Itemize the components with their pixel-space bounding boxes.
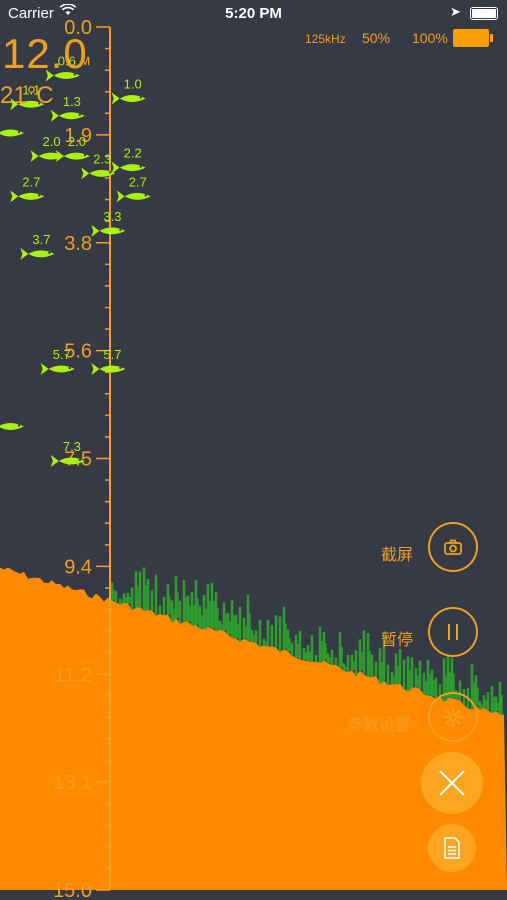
document-icon — [444, 837, 460, 859]
fish-depth-label: 1.3 — [63, 94, 81, 109]
fish-depth-label: 1.0 — [124, 77, 142, 92]
pause-icon — [448, 624, 458, 640]
screenshot-label: 截屏 — [381, 547, 414, 564]
fish-depth-label: 2.3 — [93, 151, 111, 166]
fish-marker — [0, 422, 24, 430]
phone-battery-icon — [470, 7, 498, 20]
depth-tick-label: 15.0 — [53, 880, 92, 900]
clock: 5:20 PM — [225, 5, 282, 22]
fish-marker — [0, 129, 24, 137]
fish-depth-label: 2.0 — [68, 134, 86, 149]
fish-depth-label: 5.7 — [103, 347, 121, 362]
status-bar: Carrier 5:20 PM ➤ — [0, 0, 507, 28]
fish-depth-label: 5.7 — [53, 347, 71, 362]
fish-depth-label: 7.3 — [63, 439, 81, 454]
fish-layer: 0.61.01.11.32.0 2.02.22.32.7 2.73.33.75.7 5… — [0, 54, 151, 467]
fish-marker: 2.7 — [116, 174, 151, 203]
depth-tick-label: 13.1 — [53, 772, 92, 794]
device-battery-label: 100% — [412, 30, 448, 46]
depth-readout: 12.0 — [2, 30, 88, 77]
screenshot-button[interactable] — [428, 522, 478, 572]
depth-tick-label: 3.8 — [64, 233, 92, 255]
fish-marker: 5.7 — [40, 347, 75, 375]
fish-marker: 1.0 — [111, 77, 146, 105]
fish-depth-label: 2.0 — [43, 134, 61, 149]
settings-button[interactable] — [428, 692, 478, 742]
sensitivity-label: 50% — [362, 30, 391, 46]
device-battery-icon — [453, 29, 493, 47]
temperature-readout: 21°C — [0, 82, 54, 109]
fish-marker: 7.3 — [50, 439, 85, 467]
camera-icon — [444, 539, 462, 555]
gear-icon — [442, 706, 464, 728]
fish-marker: 1.3 — [50, 94, 85, 122]
fish-depth-label: 2.7 — [129, 174, 147, 189]
depth-unit: м — [80, 52, 91, 69]
close-icon — [439, 770, 465, 796]
fish-marker: 2.7 — [10, 174, 45, 203]
log-button[interactable] — [428, 824, 476, 872]
frequency-label: 125kHz — [305, 32, 346, 46]
location-arrow-icon: ➤ — [450, 4, 461, 19]
fish-depth-label: 2.2 — [124, 146, 142, 161]
pause-button[interactable] — [428, 607, 478, 657]
fish-depth-label: 3.3 — [103, 209, 121, 224]
fish-depth-label: 2.7 — [22, 174, 40, 189]
depth-tick-label: 11.2 — [55, 664, 92, 686]
settings-label: 参数设置 — [347, 717, 412, 734]
pause-label: 暂停 — [381, 632, 414, 649]
fish-marker: 2.2 — [111, 146, 146, 174]
close-menu-button[interactable] — [421, 752, 483, 814]
fish-marker: 3.3 — [91, 209, 126, 237]
fish-marker: 2.0 — [55, 134, 90, 163]
depth-tick-label: 9.4 — [64, 556, 92, 578]
fish-marker: 3.7 — [20, 232, 55, 260]
fish-depth-label: 3.7 — [32, 232, 50, 247]
